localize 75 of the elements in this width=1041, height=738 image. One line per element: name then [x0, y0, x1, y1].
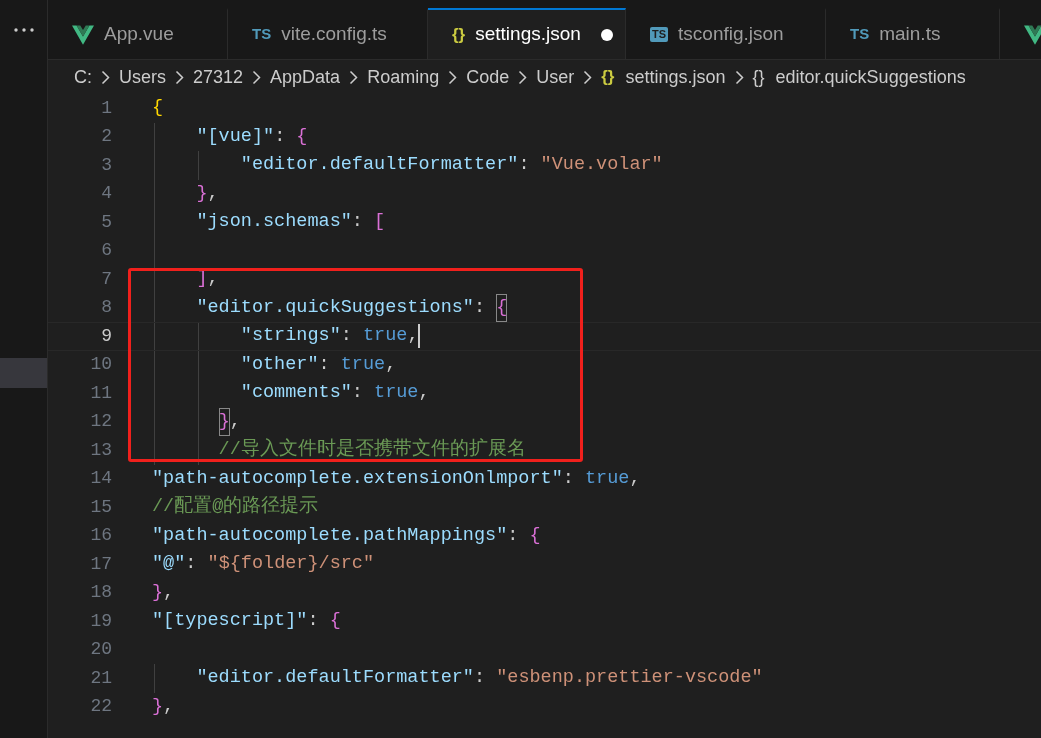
line-number: 11: [89, 381, 112, 405]
line-number: 15: [89, 495, 112, 519]
v-logo-icon: [72, 23, 94, 46]
line-number: 3: [100, 153, 112, 177]
line-number: 14: [89, 467, 112, 491]
braces-icon: {}: [752, 63, 765, 91]
sidebar-selection: [0, 358, 47, 388]
chevron-right-icon: [252, 69, 262, 85]
code-line: "[vue]": {: [195, 124, 308, 149]
chevron-right-icon: [583, 69, 593, 85]
ts-icon: TS: [252, 23, 272, 46]
line-number: 2: [100, 125, 112, 149]
line-number: 22: [89, 695, 112, 719]
code-line: "editor.quickSuggestions":: [195, 295, 487, 320]
breadcrumb-item[interactable]: settings.json: [625, 63, 726, 91]
breadcrumb-item[interactable]: editor.quickSuggestions: [775, 63, 966, 91]
editor-tab[interactable]: TS tsconfig.json: [626, 8, 826, 59]
breadcrumb-item[interactable]: C:: [74, 63, 92, 91]
code-comment: //导入文件时是否携带文件的扩展名: [217, 437, 526, 463]
code-line: "other": true,: [239, 352, 397, 377]
line-number: 21: [89, 666, 112, 690]
code-line: {: [152, 96, 164, 121]
editor-tab[interactable]: App.vue: [48, 8, 228, 59]
line-number: 4: [100, 182, 112, 206]
line-number: 7: [100, 267, 112, 291]
code-line: "comments": true,: [239, 381, 430, 406]
code-line: },: [152, 694, 175, 719]
v-logo-icon: [1024, 23, 1041, 46]
ts-icon: TS: [850, 23, 870, 46]
code-line: "strings": true,: [239, 324, 419, 349]
line-number: 9: [100, 324, 112, 348]
code-line: },: [152, 580, 175, 605]
line-number: 12: [89, 410, 112, 434]
chevron-right-icon: [734, 69, 744, 85]
line-number: 20: [89, 638, 112, 662]
chevron-right-icon: [349, 69, 359, 85]
line-number: 17: [89, 552, 112, 576]
line-number: 18: [89, 581, 112, 605]
code-line: "editor.defaultFormatter": "esbenp.prettier-vscode": [195, 666, 763, 691]
line-number: 8: [100, 296, 112, 320]
matched-bracket: {: [496, 293, 508, 322]
breadcrumb-item[interactable]: Users: [119, 63, 166, 91]
line-number: 6: [100, 239, 112, 263]
code-line: ,: [229, 409, 241, 434]
breadcrumb-item[interactable]: Roaming: [367, 63, 440, 91]
code-line: "editor.defaultFormatter": "Vue.volar": [239, 153, 663, 178]
line-number: 19: [89, 609, 112, 633]
chevron-right-icon: [448, 69, 458, 85]
code-line: "@": "${folder}/src": [152, 552, 375, 577]
chevron-right-icon: [101, 69, 110, 85]
code-comment: //配置@的路径提示: [152, 494, 319, 520]
line-number: 13: [89, 438, 112, 462]
braces-icon: {}: [601, 64, 615, 90]
code-line: "path-autocomplete.extensionOnlmport": true,: [152, 466, 641, 491]
ts-icon: TS: [650, 27, 669, 42]
breadcrumb-item[interactable]: Code: [466, 63, 510, 91]
code-line: },: [195, 181, 219, 206]
chevron-right-icon: [175, 69, 184, 85]
code-line: "[typescript]": {: [152, 609, 341, 634]
matched-bracket: }: [218, 407, 230, 436]
chevron-right-icon: [518, 69, 528, 85]
code-line: "path-autocomplete.pathMappings": {: [152, 523, 541, 548]
braces-icon: {}: [452, 21, 466, 48]
breadcrumb-item[interactable]: User: [536, 63, 575, 91]
breadcrumb-item[interactable]: AppData: [270, 63, 341, 91]
more-icon[interactable]: [13, 28, 34, 32]
line-number: 5: [100, 210, 112, 234]
editor-tab[interactable]: {} settings.json: [428, 8, 626, 59]
line-number: 16: [89, 524, 112, 548]
breadcrumb-item[interactable]: 27312: [193, 63, 244, 91]
text-cursor: [418, 324, 421, 349]
code-line: "json.schemas": [: [195, 210, 386, 235]
editor-tab[interactable]: TS main.ts: [826, 8, 1000, 59]
line-number: 1: [100, 96, 112, 120]
line-number: 10: [89, 353, 112, 377]
